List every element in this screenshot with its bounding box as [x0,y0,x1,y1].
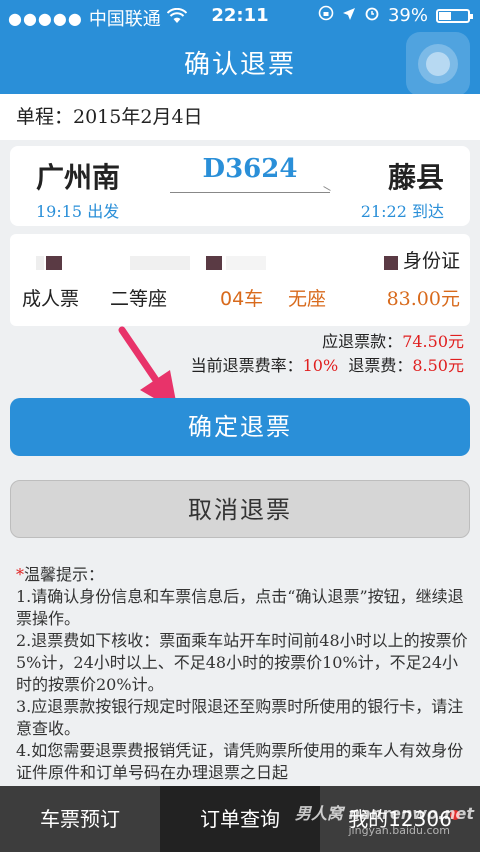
ticket-price: 83.00元 [386,288,460,310]
tips-title: 温馨提示： [24,565,105,584]
arrival-time: 21:22 到达 [360,202,444,221]
train-info-card: 广州南 D3624 藤县 19:15 出发 21:22 到达 [10,146,470,226]
passenger-ticket-card: 身份证 成人票 二等座 04车 无座 83.00元 [10,234,470,326]
battery-icon [436,8,473,23]
redacted-id [226,256,266,270]
seat-class: 二等座 [110,288,168,310]
refund-summary: 应退票款：74.50元 当前退票费率：10% 退票费：8.50元 [191,330,464,378]
tip-item: 3.应退票款按银行规定时限退还至购票时所使用的银行卡，请注意查收。 [16,697,464,738]
redacted-id [206,256,222,270]
route-arrow-head [323,186,331,191]
nav-bar: 确认退票 [0,32,480,96]
id-type: 身份证 [402,250,460,272]
assistive-touch-button[interactable] [406,32,470,96]
alarm-icon [364,5,380,26]
ticket-type: 成人票 [22,288,80,310]
redacted-name [36,256,44,270]
battery-percent: 39% [387,5,428,26]
rotation-lock-icon [318,5,334,26]
tips-section: *温馨提示： 1.请确认身份信息和车票信息后，点击“确认退票”按钮，继续退票操作… [16,564,468,784]
redacted-id [130,256,190,270]
location-icon [342,5,356,26]
status-right: 39% [318,5,473,26]
departure-station: 广州南 [36,161,121,194]
fee-amount: 8.50元 [412,356,464,375]
tab-ticket-booking[interactable]: 车票预订 [0,786,160,852]
rate-value: 10% [302,356,339,375]
watermark-sub: jingyan.baidu.com [348,824,450,837]
tip-item: 2.退票费如下核收：票面乘车站开车时间前48小时以上的按票价5%计，24小时以上… [16,631,468,694]
asterisk-icon: * [16,565,24,584]
rate-label: 当前退票费率： [190,356,303,375]
train-number: D3624 [202,154,298,184]
refund-amount: 74.50元 [402,332,464,351]
redacted-id [384,256,398,270]
redacted-name [46,256,62,270]
seat-number: 无座 [288,288,327,310]
watermark: 男人窝 nanrenwo.net [294,804,474,823]
tip-item: 1.请确认身份信息和车票信息后，点击“确认退票”按钮，继续退票操作。 [16,587,464,628]
confirm-refund-button[interactable]: 确定退票 [10,398,470,456]
tip-item: 4.如您需要退票费报销凭证，请凭购票所使用的乘车人有效身份证件原件和订单号码在办… [16,741,464,782]
cancel-refund-button[interactable]: 取消退票 [10,480,470,538]
arrival-station: 藤县 [387,161,444,194]
departure-time: 19:15 出发 [36,202,120,221]
route-arrow [170,192,330,193]
status-bar: ●●●●● 中国联通 22:11 39% [0,0,480,32]
refund-label: 应退票款： [322,332,403,351]
trip-date: 单程：2015年2月4日 [0,94,480,140]
car-number: 04车 [220,288,264,310]
fee-label: 退票费： [348,356,413,375]
